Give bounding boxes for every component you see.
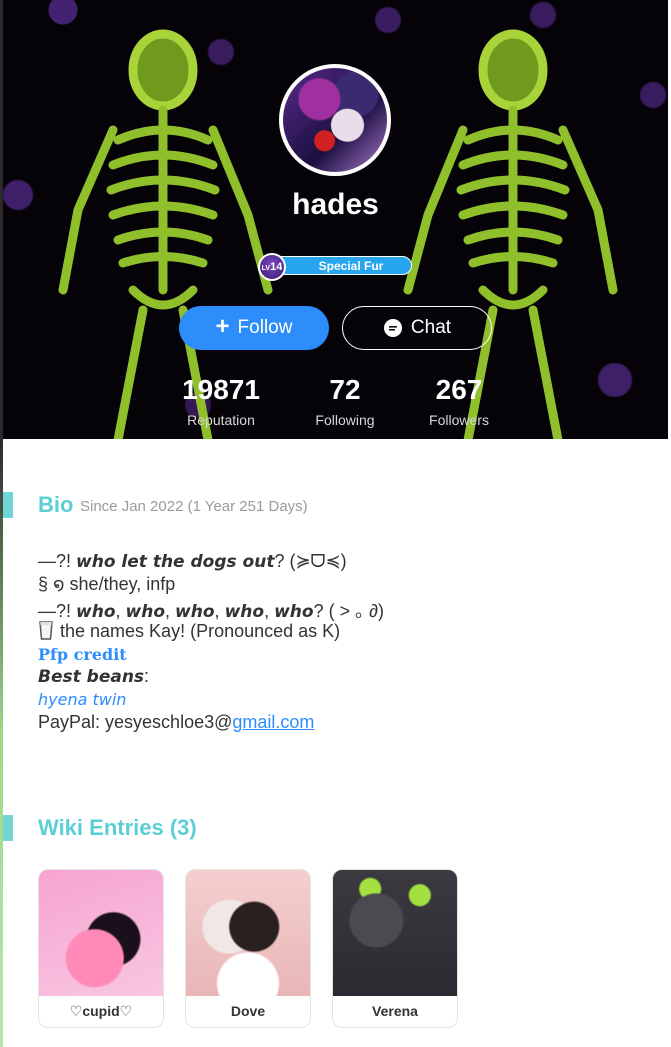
bio-since-date: Since Jan 2022 (1 Year 251 Days) <box>80 498 308 515</box>
level-badge: LV14 <box>258 253 286 281</box>
wiki-entry-name: ♡cupid♡ <box>69 1003 133 1019</box>
title-badge: Special Fur <box>272 256 412 275</box>
avatar[interactable] <box>279 64 391 176</box>
wiki-title: Wiki Entries (3) <box>38 815 197 840</box>
stat-value: 267 <box>435 374 483 405</box>
follow-label: Follow <box>237 317 293 338</box>
bio-line: —?! who let the dogs out? (≽ᗜ≼) <box>38 551 347 572</box>
milk-glass-icon <box>39 621 53 640</box>
level-number: 14 <box>270 261 283 273</box>
bio-emphasis: Best beans <box>38 667 145 687</box>
chat-button[interactable]: Chat <box>342 306 492 350</box>
bio-emphasis: who <box>76 602 116 622</box>
wiki-section-marker <box>3 815 13 841</box>
bio-title: Bio <box>38 492 74 517</box>
plus-icon: + <box>215 313 230 340</box>
bio-text: , <box>165 601 176 621</box>
bio-text: , <box>115 601 126 621</box>
hyena-twin-link[interactable]: hyena twin <box>38 690 126 709</box>
wiki-entry-image <box>333 870 457 996</box>
chat-label: Chat <box>410 317 452 338</box>
wiki-entry-name: Verena <box>372 1003 418 1019</box>
follow-button[interactable]: + Follow <box>179 306 329 350</box>
bio-text: , <box>214 601 225 621</box>
level-prefix: LV <box>261 265 271 272</box>
wiki-entry-card[interactable]: Dove <box>185 869 311 1028</box>
bio-section-marker <box>3 492 13 518</box>
wiki-entry-image <box>39 870 163 996</box>
bio-line: the names Kay! (Pronounced as K) <box>38 620 340 642</box>
stat-value: 19871 <box>182 374 260 405</box>
bio-text: : <box>144 666 150 686</box>
wiki-entry-image <box>186 870 310 996</box>
wiki-entry-name: Dove <box>230 1003 266 1019</box>
username: hades <box>292 188 379 221</box>
wiki-entry-card[interactable]: ♡cupid♡ <box>38 869 164 1028</box>
chat-bubble-icon <box>383 319 402 337</box>
bio-text: —?! <box>38 551 77 571</box>
bio-text: ? ( ˃ ｡ ∂) <box>313 601 384 621</box>
bio-text: , <box>264 601 275 621</box>
bio-emphasis: who <box>274 602 314 622</box>
pfp-credit-link[interactable]: Pfp credit <box>38 645 127 664</box>
email-link[interactable]: gmail.com <box>232 712 314 732</box>
bio-text: —?! <box>38 601 77 621</box>
bio-emphasis: who let the dogs out <box>76 552 275 572</box>
bio-text: the names Kay! (Pronounced as K) <box>60 621 341 641</box>
stat-followers[interactable]: 267 Followers <box>389 374 529 428</box>
stat-label: Reputation <box>187 412 255 428</box>
bio-emphasis: who <box>125 602 166 622</box>
stat-label: Followers <box>429 412 489 428</box>
bio-line: PayPal: yesyeschloe3@gmail.com <box>38 712 314 733</box>
bio-text: PayPal: yesyeschloe3@ <box>38 712 233 732</box>
bio-line: Best beans: <box>38 666 149 687</box>
bio-line: § ໑ she/they, infp <box>38 574 176 594</box>
stat-reputation: 19871 Reputation <box>151 374 291 428</box>
bio-text: ? (≽ᗜ≼) <box>274 551 347 571</box>
bio-emphasis: who <box>175 602 215 622</box>
bio-emphasis: who <box>224 602 265 622</box>
wiki-entry-card[interactable]: Verena <box>332 869 458 1028</box>
